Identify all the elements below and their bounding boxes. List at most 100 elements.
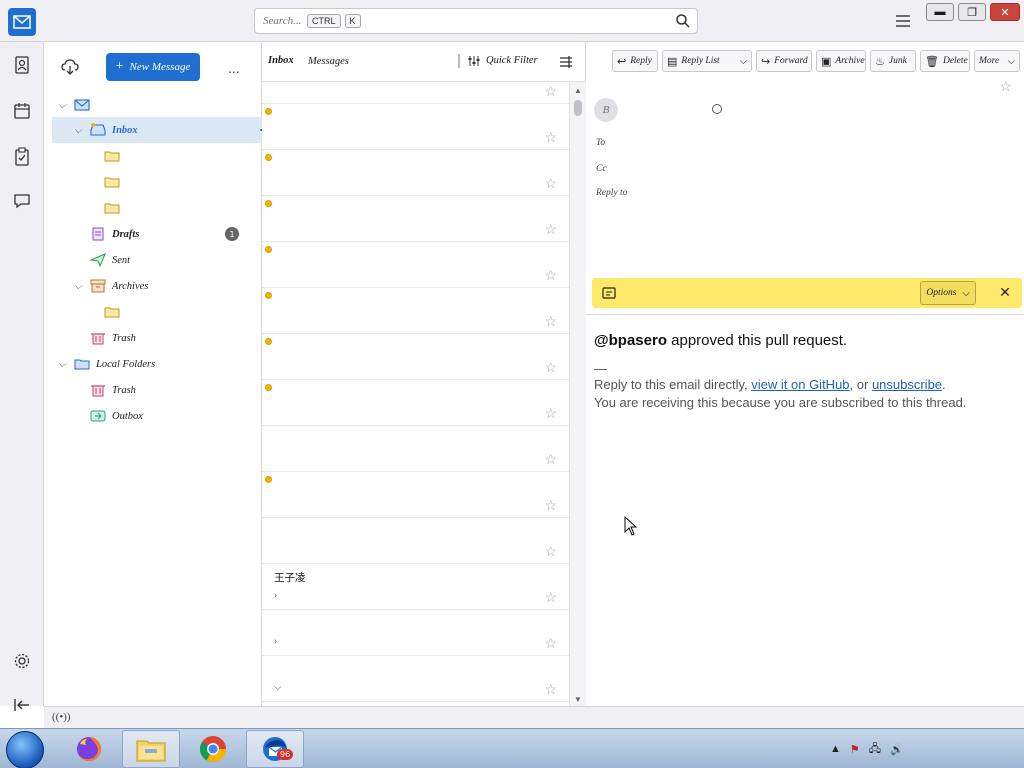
minimize-window-button[interactable]: ▬ bbox=[926, 3, 954, 21]
star-icon[interactable]: ☆ bbox=[544, 636, 557, 653]
start-button[interactable] bbox=[6, 731, 44, 768]
reply-list-button[interactable]: ▤ Reply List ⌵ bbox=[662, 50, 752, 72]
unread-dot-icon[interactable] bbox=[265, 246, 272, 253]
mail-app-logo[interactable] bbox=[8, 8, 36, 36]
global-search-box[interactable]: CTRL K bbox=[254, 8, 698, 34]
search-icon[interactable] bbox=[675, 13, 691, 29]
collapse-spaces-icon[interactable] bbox=[11, 694, 33, 716]
message-row[interactable]: ☆ bbox=[262, 150, 569, 196]
body-username[interactable]: @bpasero bbox=[594, 332, 667, 349]
unread-dot-icon[interactable] bbox=[265, 338, 272, 345]
folder-trash[interactable]: Trash bbox=[44, 377, 261, 403]
folder-drafts[interactable]: Drafts 1 bbox=[44, 221, 261, 247]
forward-button[interactable]: ↪ Forward bbox=[756, 50, 812, 72]
maximize-window-button[interactable]: ❐ bbox=[958, 3, 986, 21]
unread-dot-icon[interactable] bbox=[265, 292, 272, 299]
message-row[interactable]: › ☆ bbox=[262, 610, 569, 656]
action-center-flag-icon[interactable]: ⚑ bbox=[850, 743, 860, 756]
chevron-right-icon[interactable]: › bbox=[274, 590, 277, 601]
star-icon[interactable]: ☆ bbox=[544, 406, 557, 423]
settings-gear-icon[interactable] bbox=[11, 650, 33, 672]
chevron-down-icon[interactable]: ⌵ bbox=[274, 682, 282, 693]
message-row[interactable]: 王子凌 › ☆ bbox=[262, 564, 569, 610]
unread-dot-icon[interactable] bbox=[265, 200, 272, 207]
chevron-down-icon[interactable]: ⌵ bbox=[72, 280, 84, 292]
folder-trash[interactable]: Trash bbox=[44, 325, 261, 351]
message-row[interactable]: ☆ bbox=[262, 380, 569, 426]
show-hidden-icons-icon[interactable]: ▲ bbox=[830, 743, 841, 755]
unsubscribe-link[interactable]: unsubscribe bbox=[872, 377, 942, 392]
chrome-icon[interactable] bbox=[184, 730, 242, 768]
message-row[interactable]: ☆ bbox=[262, 196, 569, 242]
scrollbar-thumb[interactable] bbox=[574, 100, 582, 116]
star-icon[interactable]: ☆ bbox=[544, 452, 557, 469]
new-message-button[interactable]: + New Message bbox=[106, 53, 200, 81]
volume-icon[interactable]: 🔊 bbox=[890, 743, 904, 756]
folder-inbox[interactable]: ⌵ Inbox bbox=[52, 117, 282, 143]
unread-dot-icon[interactable] bbox=[265, 384, 272, 391]
archive-button[interactable]: ▣ Archive bbox=[816, 50, 866, 72]
network-icon[interactable]: 🖧 bbox=[869, 740, 881, 759]
message-row[interactable]: ☆ bbox=[262, 242, 569, 288]
unread-dot-icon[interactable] bbox=[265, 108, 272, 115]
reply-button[interactable]: ↩ Reply bbox=[612, 50, 658, 72]
unread-dot-icon[interactable] bbox=[265, 154, 272, 161]
message-row[interactable]: ☆ bbox=[262, 472, 569, 518]
star-icon[interactable]: ☆ bbox=[544, 498, 557, 515]
delete-button[interactable]: 🗑 Delete bbox=[920, 50, 970, 72]
folder-subfolder[interactable] bbox=[44, 195, 261, 221]
chevron-right-icon[interactable]: › bbox=[274, 636, 277, 647]
close-icon[interactable]: ✕ bbox=[996, 284, 1014, 302]
star-icon[interactable]: ☆ bbox=[544, 130, 557, 147]
message-row[interactable]: ☆ bbox=[262, 104, 569, 150]
view-on-github-link[interactable]: view it on GitHub bbox=[751, 377, 849, 392]
chat-icon[interactable] bbox=[11, 190, 33, 212]
star-icon[interactable]: ☆ bbox=[544, 682, 557, 699]
global-search-input[interactable] bbox=[263, 15, 303, 27]
add-contact-icon[interactable] bbox=[712, 104, 722, 114]
star-icon[interactable]: ☆ bbox=[544, 360, 557, 377]
message-row[interactable]: ☆ bbox=[262, 426, 569, 472]
folder-subfolder[interactable] bbox=[44, 143, 261, 169]
message-row[interactable]: ☆ bbox=[262, 288, 569, 334]
online-status-icon[interactable]: ((•)) bbox=[52, 711, 71, 723]
chevron-down-icon[interactable]: ⌵ bbox=[56, 99, 68, 111]
firefox-icon[interactable] bbox=[60, 730, 118, 768]
folder-subfolder[interactable] bbox=[44, 299, 261, 325]
close-window-button[interactable]: ✕ bbox=[990, 3, 1020, 21]
get-messages-icon[interactable] bbox=[61, 58, 79, 76]
message-row[interactable]: ⌵ ☆ bbox=[262, 656, 569, 702]
message-list-scrollbar[interactable]: ▲ ▼ bbox=[569, 82, 586, 706]
file-explorer-icon[interactable] bbox=[122, 730, 180, 768]
star-icon[interactable]: ☆ bbox=[544, 268, 557, 285]
thunderbird-icon[interactable]: 96 bbox=[246, 730, 304, 768]
unread-dot-icon[interactable] bbox=[265, 476, 272, 483]
folder-subfolder[interactable] bbox=[44, 169, 261, 195]
star-icon[interactable]: ☆ bbox=[544, 84, 557, 101]
chevron-down-icon[interactable]: ⌵ bbox=[72, 124, 84, 136]
message-row[interactable]: ☆ bbox=[262, 518, 569, 564]
scroll-down-icon[interactable]: ▼ bbox=[574, 695, 582, 704]
star-icon[interactable]: ☆ bbox=[544, 544, 557, 561]
app-menu-icon[interactable] bbox=[893, 12, 913, 30]
star-icon[interactable]: ☆ bbox=[544, 176, 557, 193]
quick-filter-icon[interactable] bbox=[467, 54, 481, 68]
scroll-up-icon[interactable]: ▲ bbox=[574, 86, 582, 95]
star-icon[interactable]: ☆ bbox=[544, 222, 557, 239]
list-display-options-icon[interactable] bbox=[558, 54, 574, 70]
folder-sent[interactable]: Sent bbox=[44, 247, 261, 273]
calendar-icon[interactable] bbox=[11, 100, 33, 122]
more-button[interactable]: More ⌵ bbox=[974, 50, 1020, 72]
folder-pane-more-button[interactable]: ... bbox=[228, 60, 240, 76]
folder-account[interactable]: ⌵ bbox=[44, 92, 261, 118]
star-icon[interactable]: ☆ bbox=[544, 590, 557, 607]
tasks-icon[interactable] bbox=[11, 146, 33, 168]
chevron-down-icon[interactable]: ⌵ bbox=[56, 358, 68, 370]
chevron-down-icon[interactable]: ⌵ bbox=[740, 56, 747, 67]
address-book-icon[interactable] bbox=[11, 54, 33, 76]
star-icon[interactable]: ☆ bbox=[999, 78, 1012, 95]
junk-button[interactable]: ♨ Junk bbox=[870, 50, 916, 72]
folder-outbox[interactable]: Outbox bbox=[44, 403, 261, 429]
quick-filter-button[interactable]: Quick Filter bbox=[486, 55, 538, 66]
chevron-down-icon[interactable]: ⌵ bbox=[1008, 56, 1015, 67]
